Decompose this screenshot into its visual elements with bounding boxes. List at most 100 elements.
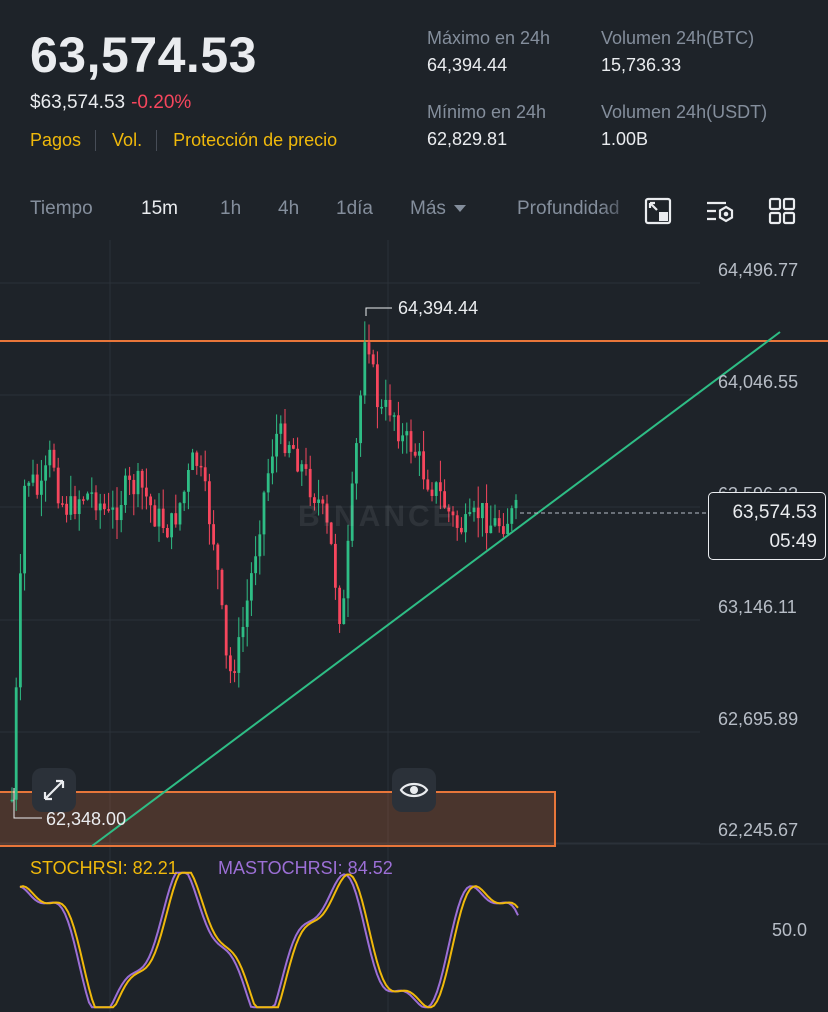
candle-body — [229, 655, 232, 672]
candle-body — [149, 496, 152, 506]
candle-body — [153, 505, 157, 527]
candle-body — [342, 598, 346, 625]
candle-body — [82, 499, 85, 501]
stat-value: 1.00B — [601, 129, 649, 149]
candle-body — [140, 470, 144, 488]
grid-layout-icon[interactable] — [766, 195, 798, 227]
price-chart[interactable] — [0, 240, 828, 1012]
candle-body — [380, 406, 383, 409]
indicator-axis-label: 50.0 — [772, 920, 808, 940]
chart-canvas — [0, 240, 828, 1012]
candle-body — [292, 445, 295, 449]
candle-body — [308, 468, 312, 498]
stat-24h-vol-btc: Volumen 24h(BTC) 15,736.33 — [601, 28, 754, 76]
candle-body — [14, 687, 18, 800]
tab-15m[interactable]: 15m — [141, 198, 178, 220]
visibility-button[interactable] — [392, 768, 436, 812]
binance-watermark: BINANCE — [298, 500, 456, 533]
candle-body — [283, 423, 287, 454]
tab-1h[interactable]: 1h — [220, 198, 241, 220]
mastochrsi-label: MASTOCHRSI: 84.52 — [218, 858, 393, 878]
link-pagos[interactable]: Pagos — [30, 130, 97, 151]
candle-body — [359, 395, 362, 444]
expand-icon — [43, 779, 65, 801]
candle-body — [418, 451, 421, 456]
price-axis-label: 63,146.11 — [718, 597, 797, 617]
candle-body — [124, 475, 127, 506]
candle-body — [472, 507, 476, 513]
candle-body — [237, 637, 241, 673]
candle-body — [107, 509, 110, 511]
candle-body — [489, 525, 493, 534]
candle-body — [208, 481, 211, 525]
candle-body — [216, 544, 220, 570]
candle-body — [69, 496, 73, 515]
candle-body — [212, 524, 215, 545]
tabs-fade — [600, 190, 640, 234]
candle-body — [413, 451, 417, 456]
candle-body — [19, 573, 22, 688]
tab-4h[interactable]: 4h — [278, 198, 299, 220]
candle-body — [338, 587, 341, 625]
candle-body — [40, 480, 43, 495]
candle-body — [115, 507, 119, 521]
tab-mas[interactable]: Más — [410, 198, 466, 220]
candle-body — [485, 503, 488, 534]
candle-body — [434, 482, 438, 496]
candle-body — [392, 415, 396, 417]
stat-value: 15,736.33 — [601, 55, 682, 75]
candle-body — [77, 499, 81, 515]
fullscreen-toggle-icon[interactable] — [642, 195, 674, 227]
candle-body — [334, 543, 337, 588]
candle-body — [199, 465, 203, 468]
low-marker-label: 62,348.00 — [46, 809, 127, 829]
candle-body — [166, 528, 169, 538]
expand-button[interactable] — [32, 768, 76, 812]
candle-body — [94, 492, 98, 511]
candle-body — [73, 496, 77, 515]
candle-body — [86, 493, 89, 500]
candle-body — [367, 342, 371, 355]
candle-body — [27, 482, 31, 486]
candle-body — [98, 503, 102, 511]
candle-body — [300, 464, 304, 472]
indicator-settings-icon[interactable] — [704, 195, 736, 227]
candle-body — [111, 507, 115, 510]
price-axis-label: 64,046.55 — [718, 372, 799, 392]
tab-tiempo[interactable]: Tiempo — [30, 198, 93, 220]
tab-1dia[interactable]: 1día — [336, 198, 373, 220]
price-axis-label: 62,245.67 — [718, 820, 799, 840]
stat-value: 64,394.44 — [427, 55, 508, 75]
candle-body — [409, 431, 413, 452]
candle-body — [224, 605, 228, 656]
trend-line — [91, 331, 781, 847]
candle-body — [44, 465, 47, 481]
candle-body — [191, 452, 194, 471]
ticker-header: 63,574.53 $63,574.53 -0.20% Pagos Vol. Pr… — [0, 0, 828, 170]
stat-24h-vol-usdt: Volumen 24h(USDT) 1.00B — [601, 102, 767, 150]
candle-body — [48, 449, 52, 466]
eye-icon — [399, 782, 429, 798]
candle-body — [455, 515, 459, 528]
candle-countdown: 05:49 — [769, 531, 817, 552]
stat-label: Mínimo en 24h — [427, 102, 547, 122]
link-vol[interactable]: Vol. — [112, 130, 158, 151]
candle-body — [476, 507, 480, 519]
candle-body — [178, 503, 182, 525]
header-links: Pagos Vol. Protección de precio — [30, 130, 367, 151]
candle-body — [514, 499, 518, 509]
candle-body — [401, 435, 404, 442]
candle-body — [388, 399, 392, 416]
price-axis-label: 62,695.89 — [718, 709, 799, 729]
candle-body — [56, 467, 60, 504]
candle-body — [275, 433, 278, 457]
candle-body — [506, 523, 509, 535]
candle-body — [497, 518, 501, 527]
candle-body — [460, 527, 463, 533]
candle-body — [31, 474, 35, 483]
link-price-protection[interactable]: Protección de precio — [173, 130, 351, 151]
stat-label: Máximo en 24h — [427, 28, 551, 48]
candle-body — [10, 799, 14, 802]
candle-body — [174, 513, 178, 525]
candle-body — [90, 492, 94, 494]
